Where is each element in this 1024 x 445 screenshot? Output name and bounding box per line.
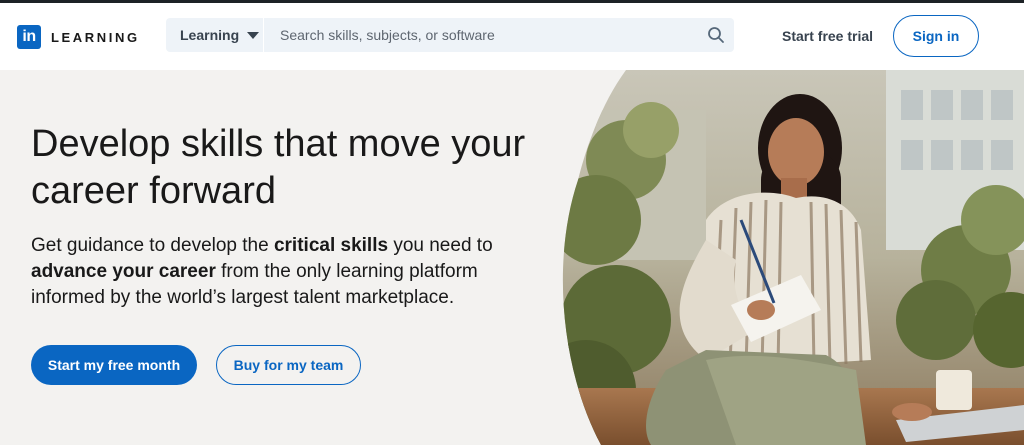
caret-down-icon: [247, 31, 260, 39]
global-nav: in LEARNING Learning Start free trial Si…: [0, 3, 1024, 70]
buy-for-team-button[interactable]: Buy for my team: [216, 345, 361, 385]
search-icon: [708, 27, 724, 43]
search-category-label: Learning: [180, 27, 240, 43]
hero-subtitle-emphasis: advance your career: [31, 261, 216, 282]
search-button[interactable]: [698, 18, 734, 52]
hero-section: Develop skills that move your career for…: [0, 70, 1024, 445]
hero-subtitle-part: Get guidance to develop the: [31, 235, 274, 256]
linkedin-learning-logo[interactable]: in LEARNING: [17, 25, 140, 49]
linkedin-logo-icon: in: [17, 25, 41, 49]
search-input[interactable]: [264, 18, 698, 52]
search-category-dropdown[interactable]: Learning: [166, 18, 264, 52]
hero-title: Develop skills that move your career for…: [31, 123, 526, 212]
sign-in-button[interactable]: Sign in: [893, 15, 979, 57]
hero-subtitle-emphasis: critical skills: [273, 235, 389, 256]
start-free-trial-link[interactable]: Start free trial: [782, 28, 873, 44]
hero-subtitle: Get guidance to develop the critical ski…: [31, 233, 541, 311]
start-free-month-button[interactable]: Start my free month: [31, 345, 197, 385]
hero-subtitle-part: you need to: [388, 235, 493, 256]
hero-photo-woman-learning: [562, 70, 1024, 445]
logo-wordmark: LEARNING: [51, 29, 140, 45]
search-bar: Learning: [166, 18, 734, 52]
